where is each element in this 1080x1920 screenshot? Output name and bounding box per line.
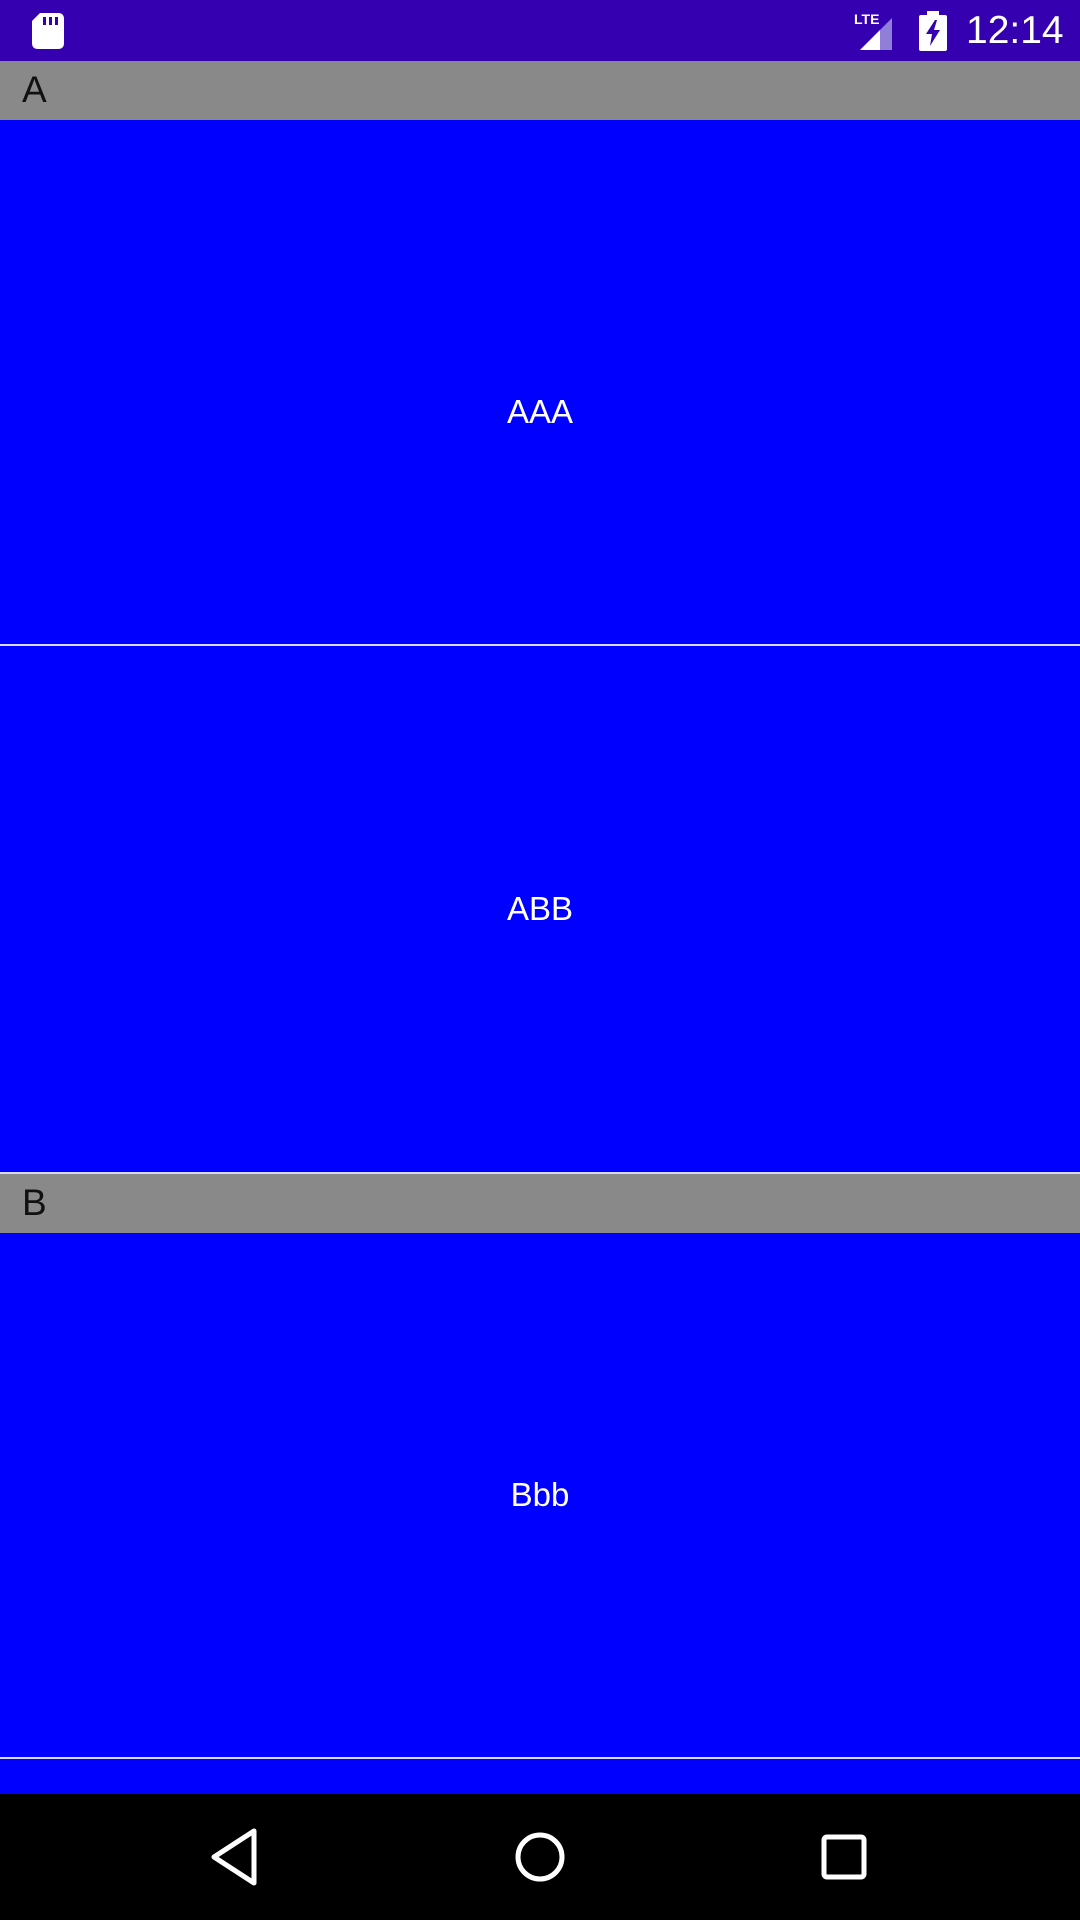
sectioned-list[interactable]: A AAA ABB B Bbb (0, 61, 1080, 1794)
section-header-a: A (0, 61, 1080, 120)
list-item[interactable]: AAA (0, 120, 1080, 704)
battery-charging-icon (919, 11, 947, 51)
list-item-label: Bbb (510, 1476, 570, 1513)
section-header-label: A (22, 69, 47, 110)
section-header-label: B (22, 1182, 47, 1223)
clock: 12:14 (966, 9, 1064, 52)
home-icon[interactable] (508, 1825, 572, 1889)
status-bar: LTE 12:14 (0, 0, 1080, 61)
recents-icon[interactable] (812, 1825, 876, 1889)
network-label: LTE (854, 11, 879, 27)
screen: LTE 12:14 A AAA ABB B Bbb (0, 0, 1080, 1920)
list-item-label: ABB (506, 890, 574, 927)
list-item[interactable]: ABB (0, 646, 1080, 1172)
lte-signal-icon: LTE (854, 11, 892, 50)
navigation-bar (0, 1794, 1080, 1920)
sd-card-icon (32, 13, 64, 49)
back-icon[interactable] (204, 1825, 268, 1889)
list-item-label: AAA (506, 393, 574, 430)
list-divider (0, 1757, 1080, 1759)
list-item[interactable]: Bbb (0, 1233, 1080, 1757)
section-header-b: B (0, 1174, 1080, 1233)
